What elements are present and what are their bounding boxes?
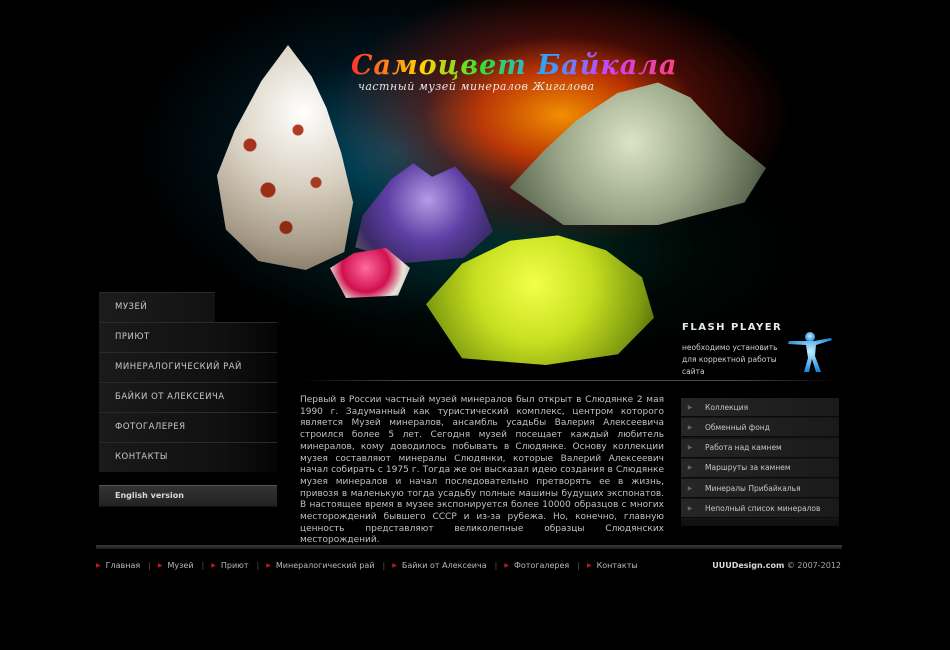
footer-link-museum[interactable]: ▶ Музей	[158, 561, 194, 570]
footer-link-gallery[interactable]: ▶ Фотогалерея	[504, 561, 569, 570]
footer-link-label: Главная	[105, 561, 141, 570]
submenu-item-collection[interactable]: ▶ Коллекция	[681, 398, 839, 417]
bullet-icon: ▶	[211, 562, 216, 569]
mineral-specimen-green	[509, 82, 766, 225]
mineral-specimen-red-spots	[226, 100, 346, 250]
footer-nav: ▶ Главная | ▶ Музей | ▶ Приют | ▶ Минералогический…	[96, 561, 638, 570]
footer-link-label: Фотогалерея	[513, 561, 570, 570]
footer-link-mineral-paradise[interactable]: ▶ Минералогический рай	[266, 561, 374, 570]
submenu-item-exchange[interactable]: ▶ Обменный фонд	[681, 418, 839, 438]
sub-menu: ▶ Коллекция ▶ Обменный фонд ▶ Работа над ка…	[681, 398, 839, 526]
site-logo-title[interactable]: Самоцвет Байкала	[351, 50, 677, 81]
menu-item-stories[interactable]: БАЙКИ ОТ АЛЕКСЕИЧА	[99, 382, 277, 412]
footer-separator: |	[382, 561, 386, 570]
arrow-right-icon: ▶	[687, 464, 693, 472]
footer-credit: UUUDesign.com © 2007-2012	[712, 561, 841, 570]
footer-link-label: Контакты	[596, 561, 638, 570]
mineral-specimen-amethyst	[355, 163, 493, 263]
submenu-footer	[681, 519, 839, 526]
main-menu: МУЗЕЙ ПРИЮТ МИНЕРАЛОГИЧЕСКИЙ РАЙ БАЙКИ О…	[99, 292, 277, 472]
submenu-item-label: Коллекция	[705, 402, 749, 412]
submenu-item-stonework[interactable]: ▶ Работа над камнем	[681, 438, 839, 458]
menu-item-gallery[interactable]: ФОТОГАЛЕРЕЯ	[99, 412, 277, 442]
site-logo-subtitle: частный музей минералов Жигалова	[358, 80, 595, 93]
footer-link-stories[interactable]: ▶ Байки от Алексеича	[392, 561, 486, 570]
person-icon[interactable]	[786, 328, 834, 374]
bullet-icon: ▶	[586, 562, 592, 569]
footer-link-label: Музей	[167, 561, 194, 570]
footer-link-label: Минералогический рай	[275, 561, 375, 570]
hero-divider	[300, 380, 840, 381]
submenu-item-label: Обменный фонд	[705, 422, 770, 432]
footer-link-label: Байки от Алексеича	[401, 561, 487, 570]
bullet-icon: ▶	[266, 562, 271, 569]
arrow-right-icon: ▶	[687, 423, 693, 431]
footer-separator: |	[494, 561, 498, 570]
flash-player-note: необходимо установить для корректной раб…	[682, 343, 778, 376]
designer-link[interactable]: UUUDesign.com	[712, 561, 784, 570]
copyright-text: © 2007-2012	[786, 561, 841, 570]
footer-separator: |	[577, 561, 580, 570]
submenu-item-mineral-list[interactable]: ▶ Неполный список минералов	[681, 499, 839, 519]
bullet-icon: ▶	[504, 562, 509, 569]
arrow-right-icon: ▶	[687, 403, 693, 411]
flash-player-title[interactable]: FLASH PLAYER	[682, 322, 782, 333]
submenu-item-label: Минералы Прибайкалья	[705, 483, 801, 493]
submenu-item-routes[interactable]: ▶ Маршруты за камнем	[681, 458, 839, 478]
submenu-item-label: Неполный список минералов	[705, 503, 821, 513]
intro-text: Первый в России частный музей минералов …	[300, 395, 664, 546]
bullet-icon: ▶	[392, 562, 397, 569]
submenu-item-label: Маршруты за камнем	[705, 463, 791, 473]
menu-item-mineral-paradise[interactable]: МИНЕРАЛОГИЧЕСКИЙ РАЙ	[99, 352, 277, 382]
footer-separator: |	[148, 561, 151, 570]
menu-item-shelter[interactable]: ПРИЮТ	[99, 322, 277, 352]
footer-link-label: Приют	[220, 561, 249, 570]
footer-link-shelter[interactable]: ▶ Приют	[211, 561, 248, 570]
submenu-item-baikal-minerals[interactable]: ▶ Минералы Прибайкалья	[681, 479, 839, 499]
arrow-right-icon: ▶	[687, 444, 693, 452]
footer-link-home[interactable]: ▶ Главная	[96, 561, 140, 570]
submenu-item-label: Работа над камнем	[705, 443, 782, 453]
footer-separator: |	[201, 561, 205, 570]
english-version-button[interactable]: English version	[99, 485, 277, 507]
menu-item-museum[interactable]: МУЗЕЙ	[99, 292, 215, 322]
arrow-right-icon: ▶	[687, 504, 693, 512]
menu-item-contacts[interactable]: КОНТАКТЫ	[99, 442, 277, 472]
bullet-icon: ▶	[157, 562, 163, 569]
footer-divider	[96, 545, 842, 549]
bullet-icon: ▶	[96, 562, 101, 569]
footer-link-contacts[interactable]: ▶ Контакты	[587, 561, 638, 570]
arrow-right-icon: ▶	[687, 484, 693, 492]
footer-separator: |	[256, 561, 260, 570]
